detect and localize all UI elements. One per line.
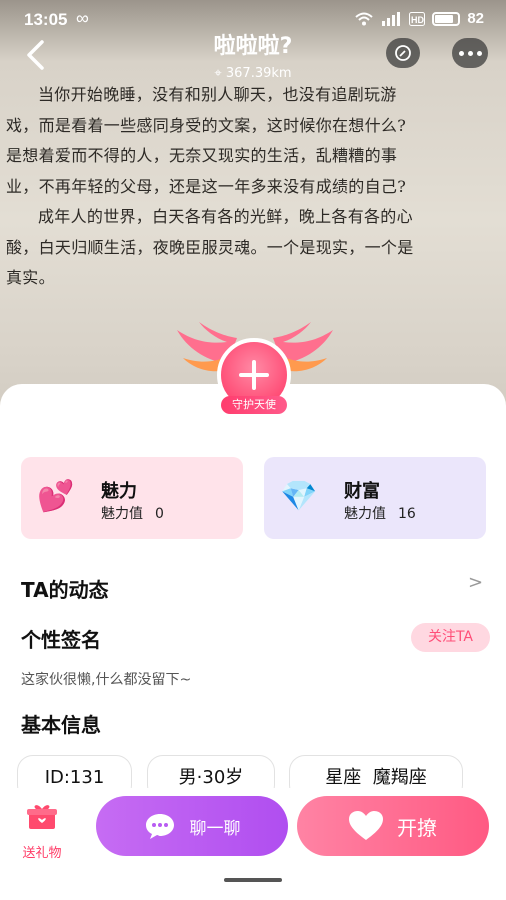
- wealth-stat: 魅力值 16: [344, 503, 416, 523]
- location-pin-icon: ⌖: [214, 66, 222, 81]
- signal-icon: [382, 11, 401, 26]
- guardian-angel-badge: 守护天使: [221, 396, 287, 414]
- flirt-button[interactable]: 开撩: [297, 796, 489, 856]
- status-time: 13:05: [24, 10, 68, 29]
- follow-button[interactable]: 关注TA: [411, 623, 490, 652]
- hearts-icon: 💕: [37, 479, 75, 514]
- heart-icon: [349, 811, 383, 840]
- wealth-value: 16: [398, 506, 416, 522]
- photo-paragraph-2: 是想着爱而不得的人，无奈又现实的生活，乱糟糟的事业，不再年轻的父母，还是这一年多…: [6, 146, 407, 196]
- charm-stat: 魅力值 0: [101, 503, 164, 523]
- photo-paragraph-1: 当你开始晚睡，没有和别人聊天，也没有追剧玩游戏，而是看着一些感同身受的文案，这时…: [6, 85, 407, 135]
- gift-box-icon: [27, 805, 57, 829]
- battery-icon: [432, 11, 461, 26]
- charm-card[interactable]: 💕 魅力 魅力值 0: [21, 457, 243, 539]
- charm-label: 魅力值: [101, 506, 143, 522]
- hd-icon: HD: [409, 11, 426, 26]
- share-button[interactable]: [386, 38, 420, 68]
- signature-title: 个性签名: [21, 628, 101, 652]
- guardian-angel[interactable]: 守护天使: [175, 320, 335, 420]
- chat-button[interactable]: 聊一聊: [96, 796, 288, 856]
- home-indicator[interactable]: [224, 878, 282, 882]
- compass-icon: [395, 45, 411, 61]
- flirt-label: 开撩: [397, 815, 437, 840]
- wealth-label: 魅力值: [344, 506, 386, 522]
- page-title: 啦啦啦?: [213, 34, 293, 59]
- send-gift-label: 送礼物: [22, 846, 62, 861]
- distance-label: ⌖ 367.39km: [0, 66, 506, 81]
- plus-icon: [239, 360, 269, 390]
- wealth-title: 财富: [344, 481, 380, 502]
- wealth-card[interactable]: 💎 财富 魅力值 16: [264, 457, 486, 539]
- chat-label: 聊一聊: [189, 818, 241, 839]
- chat-bubble-icon: [145, 814, 174, 839]
- send-gift-button[interactable]: 送礼物: [14, 800, 70, 861]
- wifi-icon: [355, 12, 373, 25]
- photo-paragraph-3: 成年人的世界，白天各有各的光鲜，晚上各有各的心酸，白天归顺生活，夜晚臣服灵魂。一…: [6, 207, 414, 287]
- diamond-icon: 💎: [280, 479, 318, 514]
- loop-icon: ∞: [76, 8, 89, 28]
- battery-level: 82: [467, 10, 484, 27]
- more-dots-icon: [458, 50, 482, 56]
- dynamics-title[interactable]: TA的动态: [21, 574, 109, 603]
- charm-title: 魅力: [101, 481, 137, 502]
- distance-value: 367.39km: [225, 66, 292, 81]
- photo-text: 当你开始晚睡，没有和别人聊天，也没有追剧玩游戏，而是看着一些感同身受的文案，这时…: [6, 80, 421, 294]
- more-button[interactable]: [452, 38, 488, 68]
- svg-text:HD: HD: [411, 15, 424, 25]
- basic-info-title: 基本信息: [21, 713, 101, 737]
- signature-text: 这家伙很懒,什么都没留下~: [21, 672, 192, 688]
- charm-value: 0: [155, 506, 164, 522]
- chevron-right-icon[interactable]: >: [468, 572, 483, 593]
